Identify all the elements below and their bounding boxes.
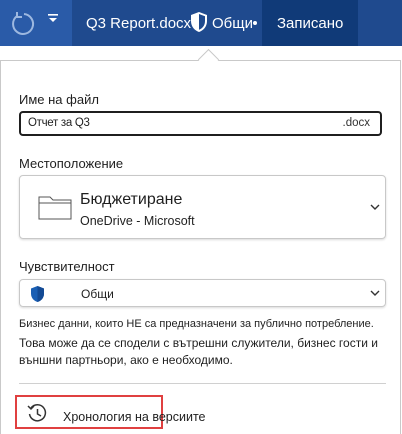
title-bar: Q3 Report.docx Общи Записано: [0, 0, 402, 46]
undo-icon[interactable]: [8, 9, 36, 37]
shield-icon[interactable]: [190, 11, 208, 33]
quick-access-arrow-icon[interactable]: [47, 11, 59, 27]
chevron-down-icon: [370, 204, 380, 210]
folder-icon: [38, 196, 72, 220]
document-title[interactable]: Q3 Report.docx: [86, 15, 191, 32]
sensitivity-dropdown[interactable]: Общи: [19, 279, 386, 307]
save-status-label: Записано: [277, 15, 344, 32]
chevron-down-icon: [370, 290, 380, 296]
filename-field[interactable]: Отчет за Q3 .docx: [19, 111, 382, 136]
save-status[interactable]: Записано: [262, 0, 358, 46]
sensitivity-label: Чувствителност: [19, 259, 115, 274]
version-history-link[interactable]: Хронология на версиите: [63, 410, 205, 424]
divider: [19, 383, 386, 384]
filename-value[interactable]: Отчет за Q3: [28, 117, 90, 129]
location-dropdown[interactable]: Бюджетиране OneDrive - Microsoft: [19, 175, 386, 239]
sensitivity-label-top[interactable]: Общи: [212, 15, 253, 32]
history-icon[interactable]: [26, 402, 48, 424]
filename-extension: .docx: [342, 117, 371, 129]
sensitivity-sharing-note: Това може да се сподели с вътрешни служи…: [19, 336, 378, 367]
sensitivity-description: Бизнес данни, които НЕ са предназначени …: [19, 318, 374, 330]
location-label: Местоположение: [19, 156, 124, 171]
quick-access-area: [0, 0, 72, 46]
sensitivity-dot: [253, 21, 257, 25]
filename-label: Име на файл: [19, 92, 99, 107]
location-folder-name: Бюджетиране: [80, 191, 183, 208]
shield-icon: [31, 286, 44, 302]
location-service: OneDrive - Microsoft: [80, 214, 195, 228]
sensitivity-value: Общи: [81, 287, 114, 301]
